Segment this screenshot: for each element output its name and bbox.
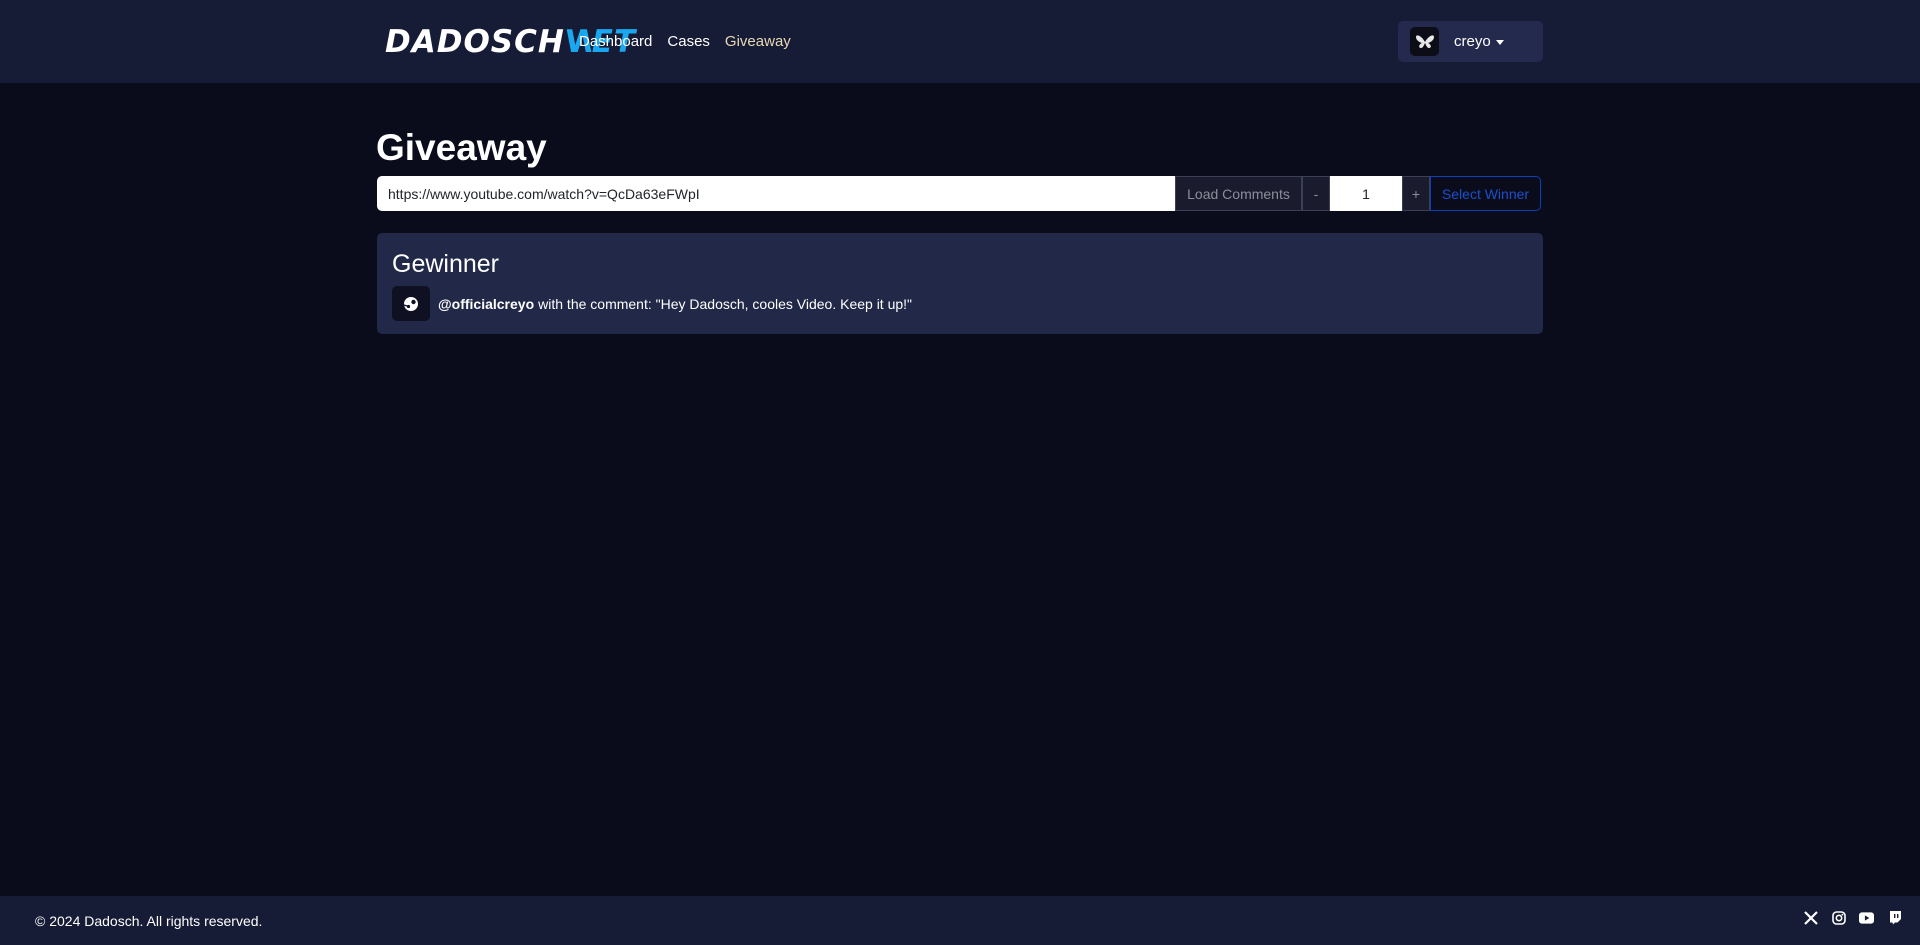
winner-count-input[interactable] xyxy=(1330,176,1402,211)
social-links xyxy=(1803,910,1902,925)
user-menu-dropdown[interactable]: creyo xyxy=(1398,21,1543,62)
giveaway-controls: Load Comments - + Select Winner xyxy=(377,176,1543,211)
nav-link-cases[interactable]: Cases xyxy=(667,31,710,53)
winner-handle: @officialcreyo xyxy=(438,295,535,312)
load-comments-button[interactable]: Load Comments xyxy=(1175,176,1302,211)
winner-avatar xyxy=(392,286,430,321)
nav-link-giveaway[interactable]: Giveaway xyxy=(725,31,791,53)
twitch-icon[interactable] xyxy=(1887,910,1902,925)
video-url-input[interactable] xyxy=(377,176,1175,211)
select-winner-button[interactable]: Select Winner xyxy=(1430,176,1541,211)
page-title: Giveaway xyxy=(376,127,547,168)
decrement-button[interactable]: - xyxy=(1302,176,1330,211)
main-nav: Dashboard Cases Giveaway xyxy=(579,31,791,53)
winner-card: Gewinner @officialcreyo with the comment… xyxy=(377,233,1543,334)
x-icon[interactable] xyxy=(1803,910,1818,925)
youtube-icon[interactable] xyxy=(1859,910,1874,925)
increment-button[interactable]: + xyxy=(1402,176,1430,211)
nav-link-dashboard[interactable]: Dashboard xyxy=(579,31,652,53)
winner-title: Gewinner xyxy=(392,250,499,278)
logo-text-main: DADOSCH xyxy=(385,24,565,60)
winner-comment: with the comment: "Hey Dadosch, cooles V… xyxy=(538,295,913,312)
steam-icon xyxy=(403,296,418,311)
instagram-icon[interactable] xyxy=(1831,910,1846,925)
page-footer: © 2024 Dadosch. All rights reserved. xyxy=(0,896,1920,945)
user-name: creyo xyxy=(1454,33,1491,50)
avatar xyxy=(1410,27,1439,56)
chevron-down-icon xyxy=(1495,40,1504,45)
top-navbar: DADOSCH NET Dashboard Cases Giveaway cre… xyxy=(0,0,1920,83)
butterfly-icon xyxy=(1415,34,1434,48)
copyright-text: © 2024 Dadosch. All rights reserved. xyxy=(35,913,263,929)
winner-entry: @officialcreyo with the comment: "Hey Da… xyxy=(392,286,912,321)
